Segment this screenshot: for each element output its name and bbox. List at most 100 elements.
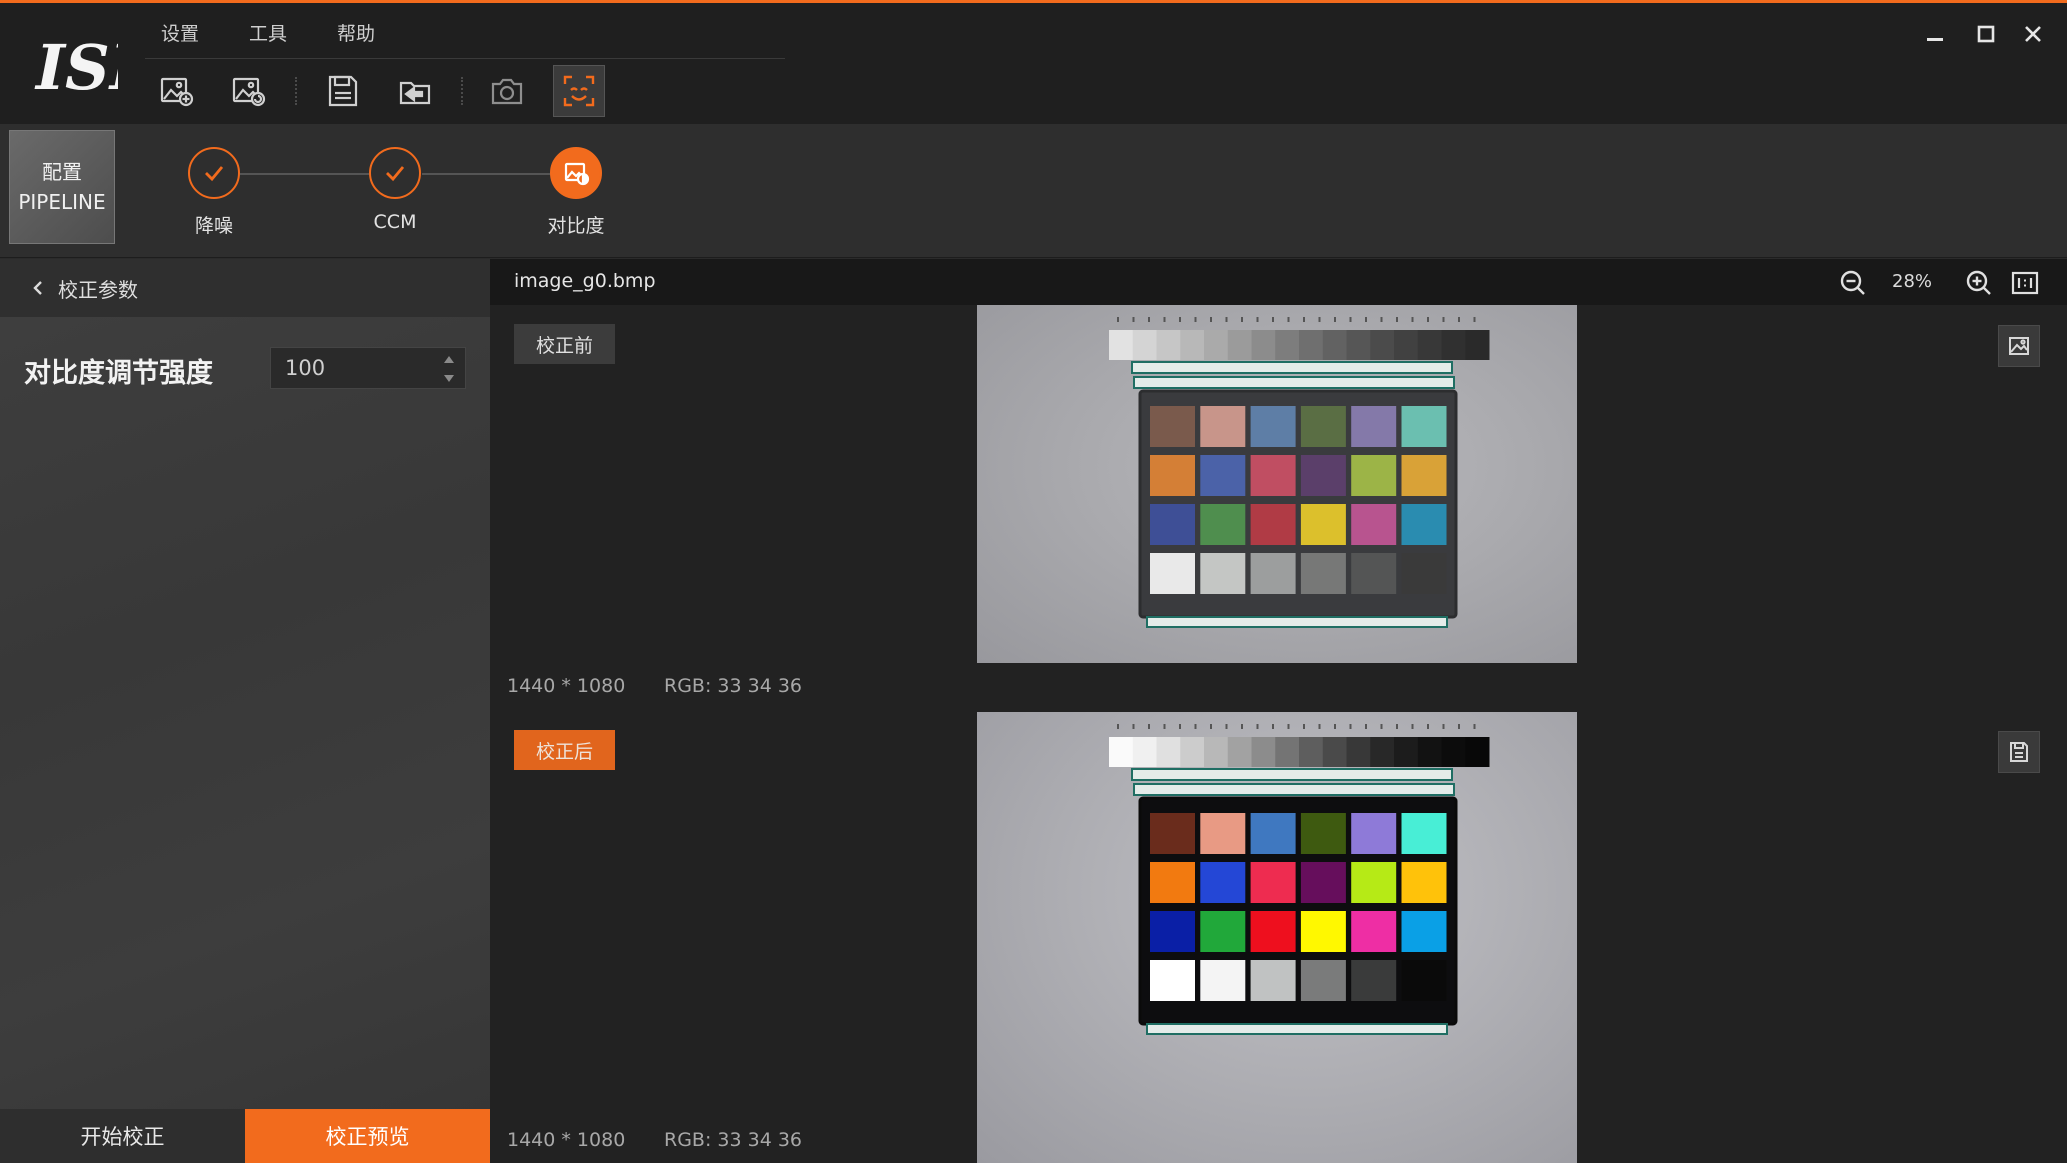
color-patch: [1300, 455, 1346, 496]
color-patch: [1250, 553, 1296, 594]
actual-size-button[interactable]: [2008, 266, 2042, 300]
ruler-tick: [1427, 724, 1429, 729]
color-patch: [1401, 911, 1447, 952]
open-image-refresh-button[interactable]: [223, 65, 275, 117]
stage-denoise-label: 降噪: [194, 215, 233, 237]
color-patch: [1351, 553, 1397, 594]
color-patch: [1401, 960, 1447, 1001]
face-detect-button[interactable]: [553, 65, 605, 117]
ruler-tick: [1225, 724, 1228, 729]
zoom-out-button[interactable]: [1836, 266, 1870, 300]
title-bar: ISP 设置 工具 帮助: [0, 0, 2067, 124]
color-patch: [1351, 960, 1397, 1001]
color-patch: [1351, 504, 1397, 545]
save-button[interactable]: [317, 65, 369, 117]
ruler-tick: [1241, 724, 1243, 729]
ruler-tick: [1210, 317, 1212, 322]
camera-icon: [491, 78, 523, 105]
gray-step: [1204, 737, 1229, 767]
gray-step: [1346, 737, 1371, 767]
zoom-in-button[interactable]: [1962, 266, 1996, 300]
ruler-tick: [1473, 724, 1476, 729]
color-patch: [1250, 455, 1296, 496]
gray-step: [1346, 330, 1371, 360]
color-patch: [1300, 960, 1346, 1001]
color-patch: [1300, 862, 1346, 903]
color-patch: [1200, 406, 1246, 447]
image-icon: [2009, 337, 2029, 355]
gray-step: [1227, 737, 1252, 767]
color-patch: [1200, 813, 1246, 854]
color-patch: [1300, 911, 1346, 952]
ruler-tick: [1256, 724, 1259, 729]
color-patch: [1150, 911, 1195, 952]
panel-title: 校正参数: [58, 277, 138, 302]
rail: [1131, 361, 1453, 374]
ruler-tick: [1303, 724, 1305, 729]
after-image: [977, 712, 1577, 1163]
back-to-params[interactable]: 校正参数: [0, 259, 490, 317]
pipeline-config-button[interactable]: 配置 PIPELINE: [9, 130, 115, 244]
gray-step: [1441, 330, 1466, 360]
view-image-button[interactable]: [1998, 325, 2040, 367]
menu-help[interactable]: 帮助: [337, 19, 375, 46]
ruler-tick: [1411, 317, 1414, 322]
close-button[interactable]: [2016, 17, 2050, 51]
spin-up-button[interactable]: [437, 350, 461, 368]
menu-tools[interactable]: 工具: [249, 19, 287, 46]
maximize-button[interactable]: [1969, 17, 2003, 51]
ruler-tick: [1132, 317, 1135, 322]
save-result-button[interactable]: [1998, 731, 2040, 773]
ruler-tick: [1148, 317, 1150, 322]
minimize-button[interactable]: [1918, 17, 1952, 51]
ruler-tick: [1132, 724, 1135, 729]
gray-step: [1132, 330, 1157, 360]
gray-step: [1465, 330, 1490, 360]
color-patch: [1401, 504, 1447, 545]
gray-step: [1299, 737, 1324, 767]
color-patch: [1401, 862, 1447, 903]
color-patch: [1401, 813, 1447, 854]
ruler-tick: [1272, 724, 1274, 729]
pipeline-bar: 配置 PIPELINE 降噪 CCM 对比度: [0, 124, 2067, 258]
spin-down-button[interactable]: [437, 369, 461, 387]
gray-step: [1180, 330, 1205, 360]
gray-step: [1275, 330, 1300, 360]
checkmark-icon: [386, 166, 405, 182]
colorchecker-after: [1109, 724, 1490, 1035]
open-image-add-button[interactable]: [151, 65, 203, 117]
before-tag: 校正前: [514, 324, 616, 364]
after-rgb: RGB: 33 34 36: [664, 1129, 803, 1151]
image-filename: image_g0.bmp: [514, 270, 656, 292]
toolbar: [145, 65, 785, 119]
save-icon: [328, 75, 358, 107]
capture-button[interactable]: [481, 65, 533, 117]
toolbar-separator: [295, 77, 297, 105]
gray-step: [1204, 330, 1229, 360]
stage-ccm[interactable]: CCM: [350, 147, 440, 233]
color-patch: [1401, 553, 1447, 594]
open-image-refresh-icon: [232, 77, 266, 107]
import-button[interactable]: [389, 65, 441, 117]
color-patch: [1250, 813, 1296, 854]
rail: [1146, 616, 1448, 628]
color-patch: [1300, 504, 1346, 545]
gray-step: [1299, 330, 1324, 360]
gray-step: [1417, 330, 1442, 360]
color-patch: [1150, 406, 1195, 447]
rail: [1133, 376, 1455, 389]
stage-denoise[interactable]: 降噪: [169, 147, 259, 238]
caret-down-icon: [444, 374, 454, 382]
correction-preview-button[interactable]: 校正预览: [245, 1109, 490, 1163]
menu-settings[interactable]: 设置: [161, 19, 199, 46]
ruler-tick: [1334, 317, 1336, 322]
ruler-tick: [1458, 724, 1460, 729]
ruler-tick: [1396, 317, 1398, 322]
stage-contrast[interactable]: 对比度: [531, 147, 621, 238]
contrast-strength-input[interactable]: [271, 348, 431, 388]
rail: [1133, 783, 1455, 796]
gray-step: [1227, 330, 1252, 360]
contrast-image-icon: [564, 162, 590, 186]
start-correction-button[interactable]: 开始校正: [0, 1109, 245, 1163]
color-patch: [1250, 862, 1296, 903]
